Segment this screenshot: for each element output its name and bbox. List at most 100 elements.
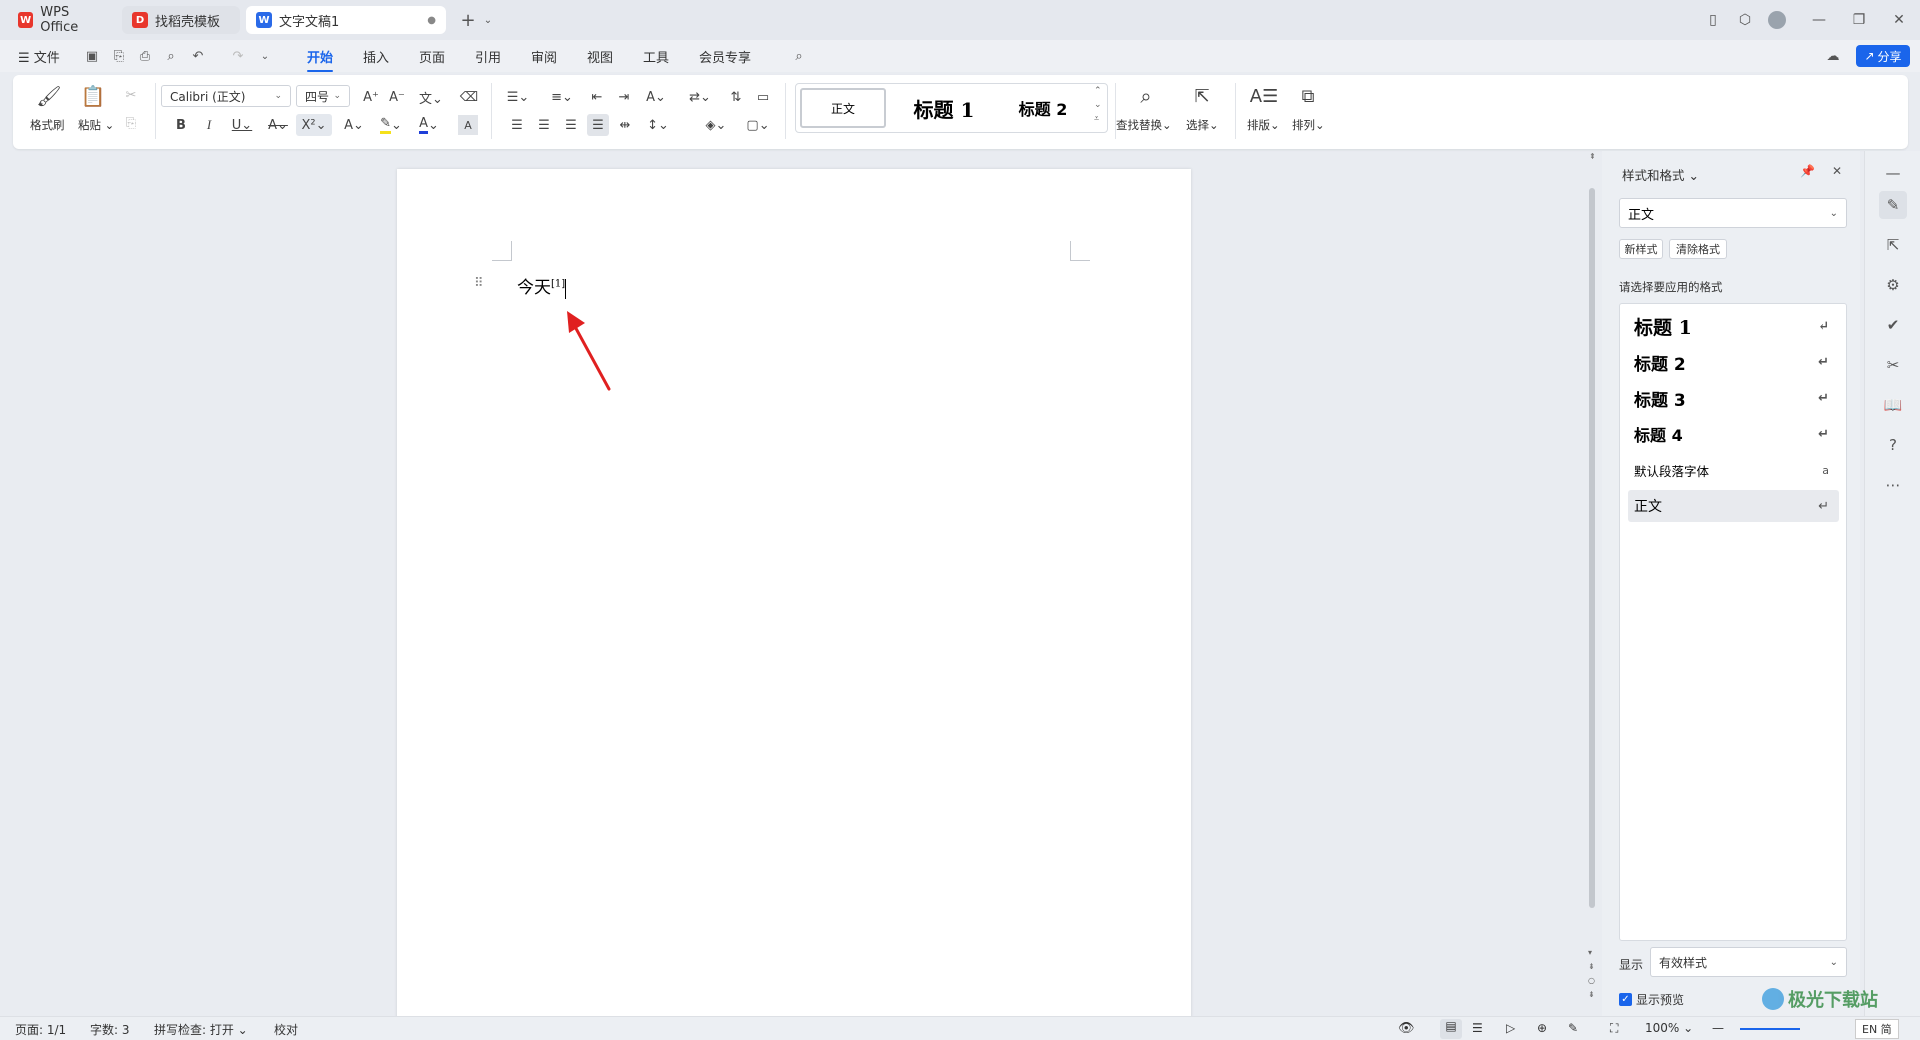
style-format-icon[interactable]: ✎ (1879, 191, 1907, 219)
text-direction-icon[interactable]: ⇄⌄ (685, 87, 715, 107)
outline-view-icon[interactable]: ☰ (1472, 1021, 1483, 1035)
undo-icon[interactable]: ↶ (189, 47, 207, 65)
footnote-reference[interactable]: [1] (551, 278, 565, 289)
gallery-up-icon[interactable]: ⌃ (1094, 86, 1102, 96)
current-style-dropdown[interactable]: 正文 ⌄ (1619, 198, 1847, 228)
italic-icon[interactable]: I (199, 115, 219, 135)
tab-docer-templates[interactable]: D 找稻壳模板 (122, 6, 240, 34)
justify-icon[interactable]: ☰ (587, 114, 609, 136)
typesetting-icon[interactable]: A☰ (1250, 83, 1278, 109)
search-icon[interactable]: ⌕ (790, 47, 808, 65)
pen-icon[interactable]: ✎ (1568, 1021, 1578, 1035)
page-nav-icons[interactable]: ▾ ⇟ ○ ⇟ (1588, 946, 1595, 1002)
pin-icon[interactable]: 📌 (1800, 164, 1815, 178)
tab-page[interactable]: 页面 (419, 47, 445, 66)
char-shading-icon[interactable]: A (458, 115, 478, 135)
help-icon[interactable]: ? (1879, 431, 1907, 459)
web-view-icon[interactable]: ⊕ (1537, 1021, 1547, 1035)
adjust-icon[interactable]: ⚙ (1879, 271, 1907, 299)
style-item-default-font[interactable]: 默认段落字体 a (1628, 454, 1839, 486)
panel-title[interactable]: 样式和格式 ⌄ (1622, 165, 1699, 184)
tools-icon[interactable]: ✂ (1879, 351, 1907, 379)
tab-tools[interactable]: 工具 (643, 47, 669, 66)
book-icon[interactable]: 📖 (1879, 391, 1907, 419)
fit-page-icon[interactable]: ⛶ (1610, 1021, 1618, 1036)
scroll-up-icon[interactable]: ⇞ (1589, 152, 1596, 161)
scrollbar-thumb[interactable] (1589, 188, 1595, 908)
distributed-icon[interactable]: ⇹ (615, 115, 635, 135)
increase-indent-icon[interactable]: ⇥ (614, 87, 634, 107)
clear-format-icon[interactable]: ⌫ (459, 87, 479, 107)
style-item-heading-3[interactable]: 标题 3 ↵ (1628, 382, 1839, 414)
style-normal[interactable]: 正文 (800, 88, 886, 128)
tab-view[interactable]: 视图 (587, 47, 613, 66)
tab-document[interactable]: W 文字文稿1 ● (246, 6, 446, 34)
new-tab-plus-icon[interactable]: + (458, 10, 478, 31)
find-replace-button[interactable]: 查找替换⌄ (1116, 117, 1172, 133)
style-heading-1[interactable]: 标题 1 (894, 88, 994, 128)
phonetic-guide-icon[interactable]: 文⌄ (416, 87, 446, 107)
drag-handle-icon[interactable]: ⠿ (474, 276, 484, 291)
tab-home[interactable]: 开始 (307, 47, 334, 72)
paste-button[interactable]: 粘贴 ⌄ (78, 117, 114, 133)
new-style-button[interactable]: 新样式 (1619, 239, 1663, 259)
show-filter-dropdown[interactable]: 有效样式 ⌄ (1650, 947, 1847, 977)
tab-references[interactable]: 引用 (475, 47, 501, 66)
word-count[interactable]: 字数: 3 (90, 1021, 130, 1038)
sort-icon[interactable]: ⇅ (726, 87, 746, 107)
layout-icon[interactable]: ▯ (1703, 10, 1723, 30)
document-text[interactable]: 今天[1] (517, 273, 567, 299)
decrease-indent-icon[interactable]: ⇤ (587, 87, 607, 107)
more-icon[interactable]: ⋯ (1879, 471, 1907, 499)
find-icon[interactable]: ⌕ (1133, 83, 1159, 109)
increase-font-icon[interactable]: A⁺ (361, 87, 381, 107)
strikethrough-icon[interactable]: A⌄ (263, 115, 293, 135)
close-icon[interactable]: ✕ (1889, 10, 1909, 30)
format-painter-button[interactable]: 格式刷 (30, 117, 65, 133)
decrease-font-icon[interactable]: A⁻ (387, 87, 407, 107)
zoom-slider[interactable] (1740, 1028, 1800, 1030)
gallery-down-icon[interactable]: ⌄ (1094, 100, 1102, 110)
align-left-icon[interactable]: ☰ (507, 115, 527, 135)
text-effect-icon[interactable]: A⌄ (339, 115, 369, 135)
style-heading-2[interactable]: 标题 2 (996, 88, 1090, 128)
chinese-layout-icon[interactable]: A⌄ (641, 87, 671, 107)
style-item-heading-1[interactable]: 标题 1 ↵ (1628, 310, 1839, 342)
tab-member[interactable]: 会员专享 (699, 47, 751, 66)
format-painter-icon[interactable]: 🖌 (35, 83, 63, 109)
panel-close-icon[interactable]: ✕ (1832, 164, 1842, 178)
tab-list-chevron-icon[interactable]: ⌄ (478, 10, 498, 30)
font-size-dropdown[interactable]: 四号 ⌄ (296, 85, 350, 107)
show-preview-checkbox[interactable]: ✓ 显示预览 (1619, 991, 1684, 1008)
collapse-icon[interactable]: — (1879, 159, 1907, 187)
bold-icon[interactable]: B (171, 115, 191, 135)
tab-review[interactable]: 审阅 (531, 47, 557, 66)
share-button[interactable]: ↗ 分享 (1856, 45, 1910, 67)
line-spacing-icon[interactable]: ↕⌄ (643, 115, 673, 135)
arrange-icon[interactable]: ⧉ (1295, 83, 1321, 109)
font-name-dropdown[interactable]: Calibri (正文) ⌄ (161, 85, 291, 107)
zoom-level[interactable]: 100% ⌄ (1645, 1021, 1693, 1035)
proofread[interactable]: 校对 (274, 1021, 298, 1038)
restore-icon[interactable]: ❐ (1849, 10, 1869, 30)
redo-icon[interactable]: ↷ (229, 47, 247, 65)
unsaved-dot-icon[interactable]: ● (427, 15, 436, 26)
show-marks-icon[interactable]: ▭ (753, 87, 773, 107)
numbered-list-icon[interactable]: ≡⌄ (547, 87, 577, 107)
page-view-icon[interactable]: ▤ (1440, 1019, 1462, 1039)
shading-icon[interactable]: ◈⌄ (701, 115, 731, 135)
document-page[interactable]: ⠿ 今天[1] (397, 169, 1191, 1040)
document-check-icon[interactable]: ✔ (1879, 311, 1907, 339)
file-menu[interactable]: ☰ 文件 (18, 47, 60, 66)
print-preview-icon[interactable]: ⌕ (162, 47, 180, 65)
underline-icon[interactable]: U⌄ (227, 115, 257, 135)
zoom-out-icon[interactable]: — (1712, 1021, 1724, 1035)
cut-icon[interactable]: ✂ (121, 85, 141, 105)
cloud-icon[interactable]: ☁ (1824, 47, 1842, 65)
font-color-icon[interactable]: A ⌄ (413, 115, 445, 135)
spell-check[interactable]: 拼写检查: 打开 ⌄ (154, 1021, 248, 1038)
select-button[interactable]: 选择⌄ (1186, 117, 1219, 133)
ime-indicator[interactable]: EN 简 (1855, 1019, 1899, 1039)
gallery-expand-icon[interactable]: ⩡ (1094, 114, 1099, 124)
tab-insert[interactable]: 插入 (363, 47, 389, 66)
